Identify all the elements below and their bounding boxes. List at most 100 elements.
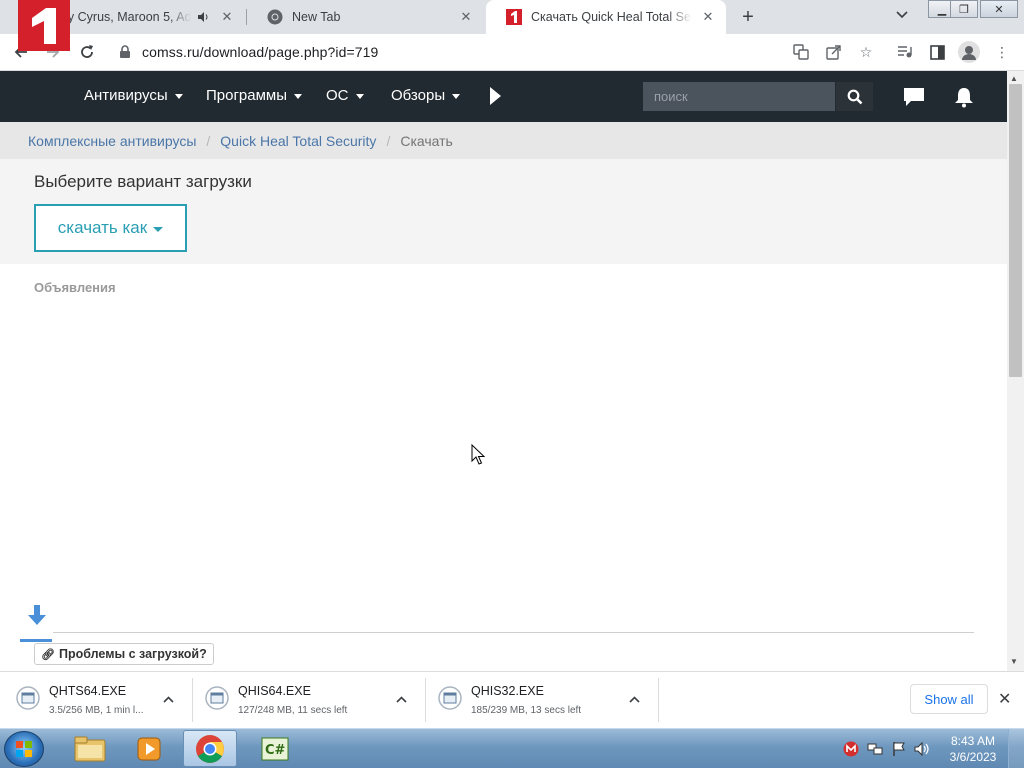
caret-down-icon (294, 94, 303, 99)
taskbar-explorer[interactable] (63, 730, 117, 767)
nav-label: Программы (206, 87, 288, 104)
svg-text:C#: C# (265, 743, 286, 758)
link-icon: 🔗︎ (41, 648, 55, 661)
close-shelf-icon[interactable]: ✕ (998, 689, 1011, 709)
taskbar-chrome[interactable] (183, 730, 237, 767)
ads-label: Объявления (34, 280, 116, 295)
clock-time: 8:43 AM (950, 734, 996, 748)
show-desktop-button[interactable] (1008, 729, 1024, 768)
audio-icon[interactable] (195, 9, 211, 25)
chevron-up-icon[interactable] (163, 692, 174, 706)
nav-antivirus[interactable]: Антивирусы (84, 87, 183, 104)
download-as-label: скачать как (57, 218, 148, 237)
tab-title: New Tab (292, 10, 341, 24)
clock-date: 3/6/2023 (949, 750, 997, 764)
show-all-button[interactable]: Show all (910, 684, 988, 714)
breadcrumb-current: Скачать (400, 132, 453, 149)
caret-down-icon (174, 94, 183, 99)
download-status: 3.5/256 MB, 1 min l... (49, 705, 144, 716)
nav-reviews[interactable]: Обзоры (391, 87, 461, 104)
tab-search-chevron-icon[interactable] (896, 8, 908, 22)
csharp-icon: C# (261, 737, 289, 760)
media-control-icon[interactable] (895, 42, 915, 62)
taskbar-clock[interactable]: 8:43 AM 3/6/2023 (946, 733, 1000, 765)
volume-tray-icon[interactable] (914, 741, 930, 757)
caret-down-icon (452, 94, 461, 99)
breadcrumb-separator: / (206, 132, 211, 149)
caret-down-icon (355, 94, 364, 99)
antivirus-tray-icon[interactable] (843, 741, 859, 757)
url-text: comss.ru/download/page.php?id=719 (142, 44, 379, 60)
chrome-icon (196, 734, 224, 763)
action-center-flag-icon[interactable] (891, 741, 907, 757)
nav-label: Обзоры (391, 87, 446, 104)
restore-button[interactable]: ❐ (950, 0, 978, 18)
page-title: Выберите вариант загрузки (34, 172, 252, 191)
nav-label: ОС (326, 87, 349, 104)
reload-button[interactable] (74, 39, 100, 65)
download-filename: QHIS32.EXE (471, 684, 544, 698)
download-divider (425, 678, 426, 722)
site-search-input[interactable]: поиск (643, 82, 835, 111)
divider (53, 632, 974, 633)
more-menu-icon[interactable]: ⋮ (992, 42, 1012, 62)
chrome-icon (267, 9, 283, 25)
chat-icon[interactable] (902, 86, 926, 108)
close-tab-icon[interactable]: ✕ (219, 9, 235, 25)
network-tray-icon[interactable] (867, 741, 883, 757)
taskbar-csharp-app[interactable]: C# (248, 730, 302, 767)
download-filename: QHIS64.EXE (238, 684, 311, 698)
download-problems-button[interactable]: 🔗︎ Проблемы с загрузкой? (34, 643, 214, 665)
download-divider (192, 678, 193, 722)
nav-label: Антивирусы (84, 87, 168, 104)
play-icon[interactable] (490, 87, 501, 105)
start-button[interactable] (4, 731, 44, 767)
mouse-cursor-icon (471, 444, 485, 465)
tab-new-tab[interactable]: New Tab ✕ (247, 0, 484, 34)
nav-os[interactable]: ОС (326, 87, 364, 104)
bookmark-star-icon[interactable]: ☆ (856, 42, 876, 62)
tab-title: Скачать Quick Heal Total Security (531, 10, 692, 24)
exe-file-icon (205, 686, 229, 710)
profile-avatar[interactable] (958, 41, 980, 63)
comss-logo[interactable] (18, 0, 70, 51)
download-filename: QHTS64.EXE (49, 684, 127, 698)
download-progress-line (20, 639, 52, 642)
chevron-up-icon[interactable] (396, 692, 407, 706)
exe-file-icon (16, 686, 40, 710)
scroll-down-arrow-icon[interactable]: ▼ (1010, 657, 1018, 666)
download-divider (658, 678, 659, 722)
download-as-button[interactable]: скачать как (34, 204, 187, 252)
nav-programs[interactable]: Программы (206, 87, 303, 104)
translate-icon[interactable] (791, 42, 811, 62)
taskbar-media-player[interactable] (122, 730, 176, 767)
breadcrumb-separator: / (386, 132, 391, 149)
scrollbar-thumb[interactable] (1009, 84, 1022, 377)
media-player-icon (137, 737, 161, 760)
breadcrumb-link-product[interactable]: Quick Heal Total Security (220, 133, 376, 149)
breadcrumb-link-category[interactable]: Комплексные антивирусы (28, 133, 196, 149)
close-window-button[interactable]: ✕ (980, 0, 1018, 18)
download-status: 185/239 MB, 13 secs left (471, 705, 582, 716)
search-icon (847, 89, 862, 104)
exe-file-icon (438, 686, 462, 710)
download-problems-label: Проблемы с загрузкой? (58, 647, 207, 661)
comss-icon (506, 9, 522, 25)
close-tab-icon[interactable]: ✕ (458, 9, 474, 25)
search-button[interactable] (836, 82, 873, 111)
scroll-up-arrow-icon[interactable]: ▲ (1010, 74, 1018, 83)
side-panel-icon[interactable] (927, 42, 947, 62)
caret-down-icon (153, 226, 164, 232)
bell-icon[interactable] (952, 86, 976, 108)
download-arrow-icon[interactable] (26, 604, 48, 628)
share-icon[interactable] (824, 42, 844, 62)
new-tab-button[interactable]: + (737, 6, 759, 28)
address-bar[interactable]: comss.ru/download/page.php?id=719 (108, 38, 888, 66)
folder-icon (74, 736, 106, 761)
chevron-up-icon[interactable] (629, 692, 640, 706)
breadcrumb: Комплексные антивирусы / Quick Heal Tota… (0, 122, 1007, 159)
close-tab-icon[interactable]: ✕ (700, 9, 716, 25)
download-status: 127/248 MB, 11 secs left (238, 705, 348, 716)
tab-comss-download[interactable]: Скачать Quick Heal Total Security ✕ (486, 0, 726, 34)
download-shelf (0, 671, 1024, 728)
